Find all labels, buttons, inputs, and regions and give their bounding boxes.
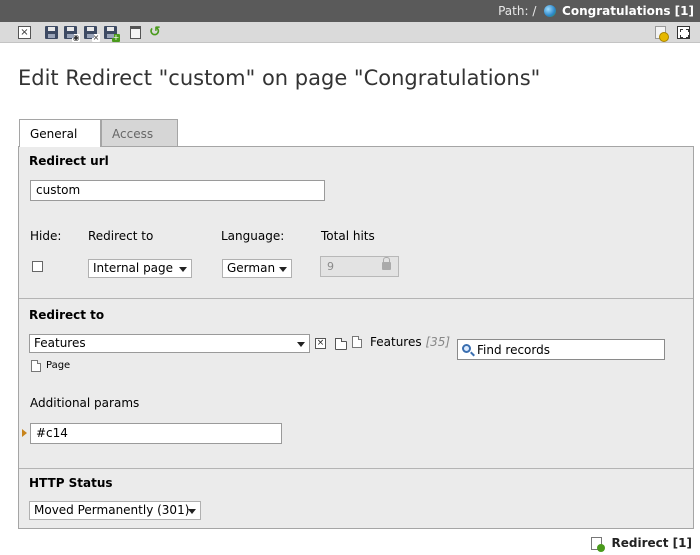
total-hits-label: Total hits <box>321 229 375 243</box>
redirect-type-select[interactable]: Internal page <box>88 259 192 278</box>
folder-browse-icon[interactable] <box>335 338 347 350</box>
http-status-value: Moved Permanently (301) <box>34 503 190 517</box>
close-document-icon[interactable]: × <box>18 26 31 39</box>
doc-toolbar: × ◉ × + ↺ <box>0 22 700 43</box>
selected-record-uid: [35] <box>425 335 451 349</box>
record-footer: Redirect [1] <box>591 536 692 552</box>
save-and-new-icon[interactable]: + <box>104 26 120 42</box>
http-status-label: HTTP Status <box>29 476 113 490</box>
language-label: Language: <box>221 229 285 243</box>
redirect-to-type-label: Redirect to <box>88 229 154 243</box>
record-label: Redirect [1] <box>611 536 692 550</box>
chevron-down-icon <box>188 509 196 514</box>
tab-general[interactable]: General <box>19 119 101 147</box>
remove-selection-icon[interactable]: × <box>315 338 326 349</box>
form-panel: Redirect url custom Hide: Redirect to In… <box>18 146 694 529</box>
save-and-close-icon[interactable]: × <box>84 26 100 42</box>
new-record-icon[interactable] <box>655 26 669 42</box>
undo-icon[interactable]: ↺ <box>149 25 162 39</box>
redirect-url-input[interactable]: custom <box>30 180 325 201</box>
page-icon <box>352 336 362 348</box>
find-records-text: Find records <box>477 343 550 357</box>
page-table-icon <box>31 360 41 372</box>
language-select[interactable]: German <box>222 259 292 278</box>
http-status-select[interactable]: Moved Permanently (301) <box>29 501 201 520</box>
lock-icon <box>382 257 391 270</box>
redirect-record-icon <box>591 537 606 552</box>
path-label: Path: / <box>498 4 537 18</box>
globe-icon <box>544 5 557 17</box>
fullscreen-icon[interactable] <box>677 26 690 39</box>
chevron-down-icon <box>297 342 305 347</box>
page-title: Edit Redirect "custom" on page "Congratu… <box>18 66 541 90</box>
additional-params-label: Additional params <box>30 396 140 410</box>
trash-icon[interactable] <box>130 26 141 39</box>
save-icon[interactable] <box>45 26 58 39</box>
redirect-target-select[interactable]: Features <box>29 334 310 353</box>
find-records-field[interactable]: Find records <box>457 339 665 360</box>
redirect-url-label: Redirect url <box>29 154 109 168</box>
field-changed-indicator-icon <box>22 429 27 437</box>
hide-label: Hide: <box>30 229 62 243</box>
selected-record[interactable]: Features [35] <box>370 335 450 349</box>
allowed-table-label: Page <box>46 360 71 371</box>
chevron-down-icon <box>279 267 287 272</box>
redirect-target-section: Redirect to Features × Features [35] Fin… <box>19 299 693 469</box>
total-hits-value: 9 <box>327 260 334 273</box>
path-page-link[interactable]: Congratulations [1] <box>562 4 694 18</box>
hide-checkbox[interactable] <box>32 261 43 272</box>
additional-params-input[interactable]: #c14 <box>30 423 282 444</box>
general-section: Redirect url custom Hide: Redirect to In… <box>19 147 693 299</box>
tab-access[interactable]: Access <box>101 119 178 146</box>
save-and-view-icon[interactable]: ◉ <box>64 26 80 42</box>
selected-record-title: Features <box>370 335 422 349</box>
total-hits-field: 9 <box>320 256 399 277</box>
redirect-to-label: Redirect to <box>29 308 105 322</box>
language-value: German <box>227 261 276 275</box>
search-icon <box>462 344 471 353</box>
redirect-target-value: Features <box>34 336 86 350</box>
path-breadcrumb: Path: / Congratulations [1] <box>498 4 694 18</box>
chevron-down-icon <box>179 267 187 272</box>
redirect-type-value: Internal page <box>93 261 174 275</box>
path-bar: Path: / Congratulations [1] <box>0 0 700 22</box>
http-status-section: HTTP Status Moved Permanently (301) <box>19 469 693 528</box>
